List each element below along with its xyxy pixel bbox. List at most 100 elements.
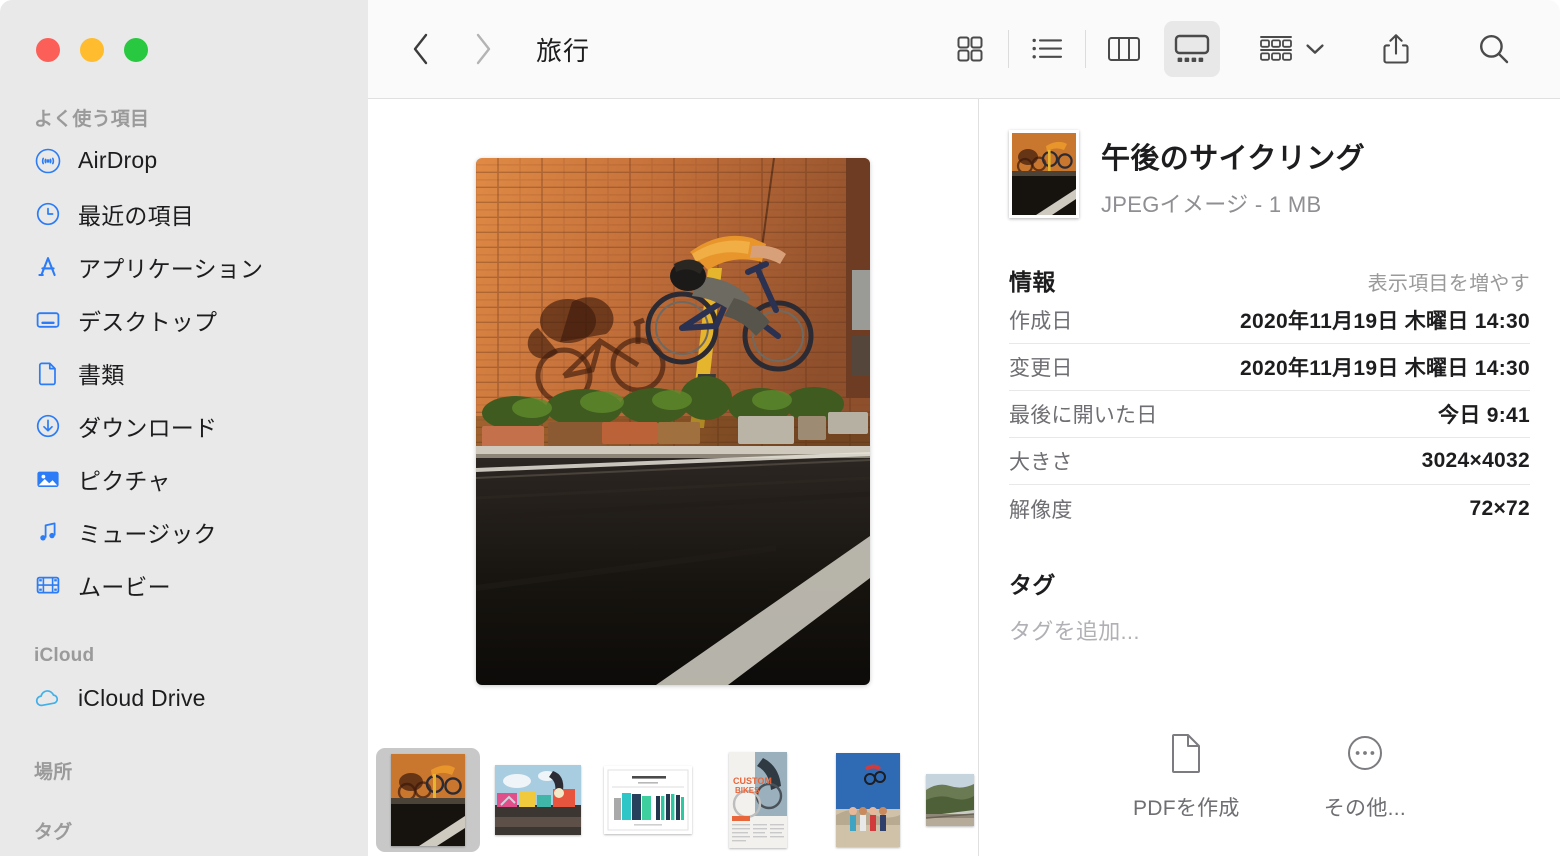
sidebar-section-icloud: iCloud — [0, 645, 368, 667]
forward-button[interactable] — [470, 32, 496, 66]
file-header-text: 午後のサイクリング JPEGイメージ - 1 MB — [1101, 130, 1365, 219]
movies-icon — [34, 571, 62, 599]
search-button[interactable] — [1466, 21, 1522, 77]
sidebar-item-desktop[interactable]: デスクトップ — [0, 293, 368, 346]
metadata-value: 2020年11月19日 木曜日 14:30 — [1240, 357, 1530, 380]
back-button[interactable] — [408, 32, 434, 66]
music-icon — [34, 518, 62, 546]
metadata-key: 解像度 — [1009, 498, 1073, 522]
gallery-view-button[interactable] — [1164, 21, 1220, 77]
info-section-header: 情報 表示項目を増やす — [1009, 263, 1530, 297]
sidebar-item-label: ダウンロード — [78, 414, 218, 441]
main-area: 旅行 CUSTOM BIKES 午後のサイクリング JPEGイメージ - 1 M… — [368, 0, 1560, 856]
thumbnail-item[interactable] — [376, 748, 480, 852]
applications-icon — [34, 253, 62, 281]
sidebar-item-airdrop[interactable]: AirDrop — [0, 134, 368, 187]
clock-icon — [34, 200, 62, 228]
metadata-key: 大きさ — [1009, 451, 1073, 474]
metadata-value: 2020年11月19日 木曜日 14:30 — [1240, 310, 1530, 333]
navigation-buttons — [408, 32, 496, 66]
page-title: 旅行 — [536, 35, 591, 66]
more-actions-label: その他... — [1323, 797, 1407, 820]
sidebar-section-header: iCloud — [34, 645, 95, 666]
tags-input[interactable]: タグを追加... — [1009, 614, 1530, 646]
thumbnail-item[interactable] — [816, 748, 920, 852]
toolbar-right — [942, 21, 1560, 77]
sidebar-icloud-items: iCloud Drive — [0, 672, 368, 725]
metadata-value: 今日 9:41 — [1438, 404, 1530, 427]
svg-text:CUSTOM: CUSTOM — [733, 776, 772, 786]
metadata-row: 大きさ 3024×4032 — [1009, 438, 1530, 485]
share-button[interactable] — [1368, 21, 1424, 77]
toolbar: 旅行 — [368, 0, 1560, 99]
sidebar-item-movies[interactable]: ムービー — [0, 558, 368, 611]
sidebar-item-documents[interactable]: 書類 — [0, 346, 368, 399]
sidebar-item-pictures[interactable]: ピクチャ — [0, 452, 368, 505]
document-page-icon — [1169, 733, 1203, 778]
finder-window: よく使う項目 AirDrop 最近の項目 アプリケーション デスクトップ 書類 … — [0, 0, 1560, 856]
sidebar-item-icloud-drive[interactable]: iCloud Drive — [0, 672, 368, 725]
sidebar-section-header: 場所 — [34, 762, 73, 783]
metadata-row: 作成日 2020年11月19日 木曜日 14:30 — [1009, 297, 1530, 344]
show-more-button[interactable]: 表示項目を増やす — [1368, 267, 1530, 296]
more-actions-button[interactable]: その他... — [1324, 733, 1406, 822]
group-by-button[interactable] — [1248, 21, 1304, 77]
download-icon — [34, 412, 62, 440]
sidebar-section-tags: タグ — [0, 817, 368, 844]
window-controls — [36, 38, 148, 62]
file-kind: JPEGイメージ - 1 MB — [1101, 192, 1322, 217]
tags-title: タグ — [1009, 572, 1056, 598]
sidebar: よく使う項目 AirDrop 最近の項目 アプリケーション デスクトップ 書類 … — [0, 0, 368, 856]
cloud-icon — [34, 685, 62, 713]
sidebar-section-favorites: よく使う項目 — [0, 104, 368, 131]
svg-text:BIKES: BIKES — [735, 786, 760, 795]
sidebar-item-label: ミュージック — [78, 520, 217, 547]
close-button[interactable] — [36, 38, 60, 62]
column-view-button[interactable] — [1096, 21, 1152, 77]
document-icon — [34, 359, 62, 387]
create-pdf-button[interactable]: PDFを作成 — [1133, 733, 1240, 822]
sidebar-item-label: 最近の項目 — [78, 202, 194, 229]
metadata-row: 変更日 2020年11月19日 木曜日 14:30 — [1009, 344, 1530, 391]
airdrop-icon — [34, 147, 62, 175]
desktop-icon — [34, 306, 62, 334]
minimize-button[interactable] — [80, 38, 104, 62]
gallery-preview-pane: CUSTOM BIKES — [368, 99, 979, 856]
metadata-key: 最後に開いた日 — [1009, 404, 1158, 427]
metadata-row: 解像度 72×72 — [1009, 485, 1530, 532]
hero-preview-image[interactable] — [476, 158, 870, 685]
metadata-value: 3024×4032 — [1421, 449, 1530, 472]
metadata-key: 変更日 — [1009, 357, 1073, 380]
sidebar-item-music[interactable]: ミュージック — [0, 505, 368, 558]
list-view-button[interactable] — [1019, 21, 1075, 77]
metadata-list: 作成日 2020年11月19日 木曜日 14:30 変更日 2020年11月19… — [1009, 297, 1530, 532]
thumbnail-strip[interactable]: CUSTOM BIKES — [368, 744, 978, 856]
sidebar-item-label: デスクトップ — [78, 308, 218, 335]
sidebar-favorites-items: AirDrop 最近の項目 アプリケーション デスクトップ 書類 ダウンロード … — [0, 134, 368, 611]
sidebar-item-label: 書類 — [78, 361, 125, 388]
content-area: CUSTOM BIKES 午後のサイクリング JPEGイメージ - 1 MB 情… — [368, 99, 1560, 856]
sidebar-section-header: よく使う項目 — [34, 109, 150, 130]
thumbnail-item[interactable] — [926, 748, 974, 852]
thumbnail-item[interactable] — [486, 748, 590, 852]
icon-view-button[interactable] — [942, 21, 998, 77]
sidebar-item-applications[interactable]: アプリケーション — [0, 240, 368, 293]
metadata-key: 作成日 — [1009, 310, 1073, 333]
sidebar-item-downloads[interactable]: ダウンロード — [0, 399, 368, 452]
metadata-row: 最後に開いた日 今日 9:41 — [1009, 391, 1530, 438]
thumbnail-item[interactable] — [596, 748, 700, 852]
zoom-button[interactable] — [124, 38, 148, 62]
pictures-icon — [34, 465, 62, 493]
chevron-down-icon[interactable] — [1304, 42, 1326, 56]
info-section-title: 情報 — [1009, 269, 1056, 295]
file-header: 午後のサイクリング JPEGイメージ - 1 MB — [1009, 99, 1530, 219]
sidebar-item-label: ムービー — [78, 573, 171, 600]
quick-actions: PDFを作成 その他... — [979, 733, 1560, 822]
info-pane: 午後のサイクリング JPEGイメージ - 1 MB 情報 表示項目を増やす 作成… — [979, 99, 1560, 856]
file-thumbnail — [1009, 130, 1079, 218]
toolbar-divider — [1085, 30, 1086, 68]
sidebar-item-label: iCloud Drive — [78, 685, 206, 711]
thumbnail-item[interactable]: CUSTOM BIKES — [706, 748, 810, 852]
hero-preview-wrap — [368, 158, 978, 685]
sidebar-item-recents[interactable]: 最近の項目 — [0, 187, 368, 240]
